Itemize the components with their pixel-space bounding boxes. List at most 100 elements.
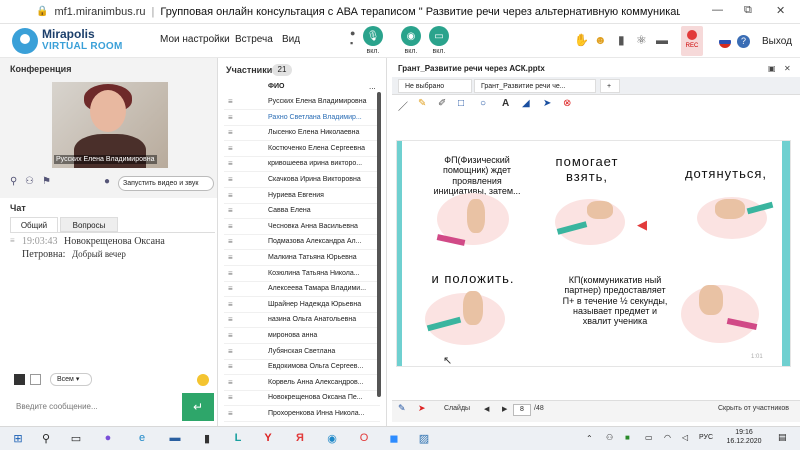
participants-scrollbar[interactable] (377, 92, 381, 397)
russian-flag-icon[interactable] (719, 36, 731, 48)
photos-icon[interactable]: ▨ (414, 428, 434, 448)
presentation-slide[interactable]: ФП(Физический помощник) ждет проявления … (396, 140, 791, 367)
network-icon[interactable]: ⚛ (636, 33, 647, 47)
rectangle-tool-icon[interactable]: □ (458, 98, 464, 109)
wifi-icon[interactable]: ◠ (664, 433, 671, 442)
row-handle-icon[interactable]: ≡ (228, 171, 233, 188)
row-handle-icon[interactable]: ≡ (228, 296, 233, 313)
mic-toggle-icon[interactable]: ● (350, 28, 355, 38)
mic-slider-icon[interactable]: ▪ (350, 38, 353, 48)
send-button[interactable]: ↵ (182, 393, 214, 421)
participant-row[interactable]: ≡ Чесновка Анна Васильевна (224, 218, 380, 235)
row-handle-icon[interactable]: ≡ (228, 124, 233, 141)
close-icon[interactable]: ✕ (776, 4, 785, 17)
participant-row[interactable]: ≡ Шрайнер Надежда Юрьевна (224, 296, 380, 313)
row-handle-icon[interactable]: ≡ (228, 187, 233, 204)
hide-from-participants-toggle[interactable]: Скрыть от участников (718, 405, 789, 412)
windows-start-icon[interactable]: ⊞ (8, 428, 28, 448)
add-tab-button[interactable]: + (600, 79, 620, 93)
user-icon[interactable]: ● (104, 176, 110, 187)
participant-row[interactable]: ≡ Корвель Анна Александров... (224, 374, 380, 391)
participant-row[interactable]: ≡ Савва Елена (224, 202, 380, 220)
marker-tool-icon[interactable]: ✐ (438, 98, 446, 109)
row-handle-icon[interactable]: ≡ (228, 233, 233, 250)
row-handle-icon[interactable]: ≡ (228, 327, 233, 344)
raise-hand-icon[interactable]: ✋ (574, 33, 589, 47)
yandex-icon[interactable]: Я (290, 428, 310, 448)
pointer-mode-icon[interactable]: ➤ (418, 403, 426, 414)
row-handle-icon[interactable]: ≡ (228, 343, 233, 360)
file-explorer-icon[interactable]: ▬ (165, 428, 185, 448)
exit-button[interactable]: Выход (762, 36, 792, 47)
recipient-select[interactable]: Всем ▾ (50, 373, 92, 386)
row-handle-icon[interactable]: ≡ (228, 140, 233, 157)
tab-general[interactable]: Общий (10, 217, 58, 232)
participant-mic-icon[interactable]: ⚲ (10, 176, 17, 187)
row-handle-icon[interactable]: ≡ (228, 218, 233, 235)
participant-row[interactable]: ≡ Лубянская Светлана (224, 343, 380, 360)
minimize-icon[interactable]: — (712, 4, 723, 16)
assistant-icon[interactable]: ● (98, 428, 118, 448)
line-tool-icon[interactable]: ／ (398, 98, 408, 113)
participant-row[interactable]: ≡ Нуриева Евгения (224, 187, 380, 204)
notifications-icon[interactable]: ▤ (778, 432, 787, 443)
participants-menu-icon[interactable]: ... (369, 82, 376, 91)
menu-meeting[interactable]: Встреча (235, 34, 273, 45)
task-view-icon[interactable]: ▭ (66, 428, 86, 448)
menu-settings[interactable]: Мои настройки (160, 34, 230, 45)
participant-row[interactable]: ≡ Скачкова Ирина Викторовна (224, 171, 380, 188)
row-handle-icon[interactable]: ≡ (228, 109, 233, 126)
yandex-browser-icon[interactable]: Y (258, 428, 278, 448)
page-number-input[interactable]: 8 (513, 404, 531, 416)
tray-app-icon[interactable]: ■ (625, 433, 630, 442)
row-handle-icon[interactable]: ≡ (228, 389, 233, 406)
video-tile[interactable]: Русских Елена Владимировна (52, 82, 168, 168)
start-video-dropdown[interactable]: Запустить видео и звук (118, 176, 214, 191)
participant-row[interactable]: ≡ Прохоренкова Инна Никола... (224, 405, 380, 422)
participant-row[interactable]: ≡ Козюлина Татьяна Никола... (224, 265, 380, 282)
restore-icon[interactable]: ⧉ (744, 4, 752, 17)
prev-slide-icon[interactable]: ◀ (484, 405, 489, 413)
folder-icon[interactable]: ▬ (656, 33, 668, 47)
participant-row[interactable]: ≡ назина Ольга Анатольевна (224, 311, 380, 329)
battery-icon[interactable]: ▭ (645, 433, 653, 442)
bg-color-icon[interactable] (30, 374, 41, 385)
emoji-icon[interactable]: ☻ (594, 33, 607, 47)
chat-message-input[interactable]: Введите сообщение... (10, 395, 180, 419)
tray-chevron-icon[interactable]: ⌃ (586, 434, 593, 443)
row-handle-icon[interactable]: ≡ (228, 202, 233, 219)
tab-questions[interactable]: Вопросы (60, 217, 118, 232)
row-handle-icon[interactable]: ≡ (228, 374, 233, 391)
participant-row[interactable]: ≡ Русских Елена Владимировна (224, 93, 380, 110)
maximize-icon[interactable]: ▣ (768, 64, 776, 73)
row-handle-icon[interactable]: ≡ (228, 93, 233, 110)
participant-row[interactable]: ≡ Подмазова Александра Ал... (224, 233, 380, 251)
clear-tool-icon[interactable]: ⊗ (563, 98, 571, 109)
search-icon[interactable]: ⚲ (36, 428, 56, 448)
row-handle-icon[interactable]: ≡ (228, 358, 233, 375)
zoom-icon[interactable]: ◼ (384, 428, 404, 448)
close-panel-icon[interactable]: ✕ (784, 64, 791, 73)
pencil-tool-icon[interactable]: ✎ (418, 98, 426, 109)
row-handle-icon[interactable]: ≡ (228, 155, 233, 172)
taskbar-clock[interactable]: 19:16 16.12.2020 (724, 428, 764, 446)
record-button[interactable]: REC (681, 26, 703, 56)
emoji-picker-icon[interactable] (197, 374, 209, 386)
participant-row[interactable]: ≡ Лысенко Елена Николаевна (224, 124, 380, 142)
tab-not-selected[interactable]: Не выбрано (398, 79, 472, 93)
participant-row[interactable]: ≡ миронова анна (224, 327, 380, 344)
participant-row[interactable]: ≡ кривошеева ирина викторо... (224, 155, 380, 173)
column-header-name[interactable]: ФИО (268, 83, 284, 90)
participant-row[interactable]: ≡ Костюченко Елена Сергеевна (224, 140, 380, 157)
tab-presentation[interactable]: Грант_Развитие речи че... (474, 79, 596, 93)
text-color-icon[interactable] (14, 374, 25, 385)
edge-icon[interactable]: e (132, 428, 152, 448)
microphone-button[interactable]: 🎙 (363, 26, 383, 46)
participant-row[interactable]: ≡ Новокрещенова Оксана Пе... (224, 389, 380, 407)
ellipse-tool-icon[interactable]: ○ (480, 98, 486, 109)
participant-row[interactable]: ≡ Евдокимова Ольга Сергеев... (224, 358, 380, 376)
row-handle-icon[interactable]: ≡ (228, 405, 233, 422)
tray-people-icon[interactable]: ⚇ (606, 433, 613, 442)
poll-chart-icon[interactable]: ▮ (618, 33, 625, 47)
slides-label[interactable]: Слайды (444, 405, 470, 412)
